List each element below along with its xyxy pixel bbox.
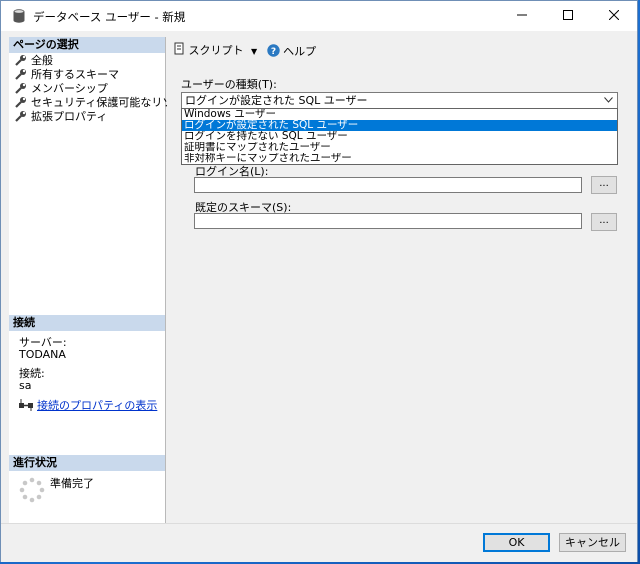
- database-icon: [13, 9, 25, 23]
- page-item-label: 全般: [31, 54, 53, 67]
- close-icon: [608, 9, 620, 21]
- page-item-label: 拡張プロパティ: [31, 110, 108, 123]
- wrench-icon: [15, 83, 26, 94]
- cancel-button[interactable]: キャンセル: [559, 533, 626, 552]
- wrench-icon: [15, 55, 26, 66]
- server-value: TODANA: [19, 348, 66, 361]
- toolbar: スクリプト ▼ ? ヘルプ: [173, 41, 322, 61]
- option-sql-user-without-login[interactable]: ログインを持たない SQL ユーザー: [182, 131, 617, 142]
- user-type-value: ログインが設定された SQL ユーザー: [185, 94, 368, 107]
- wrench-icon: [15, 97, 26, 108]
- wrench-icon: [15, 111, 26, 122]
- maximize-icon: [563, 10, 573, 20]
- user-type-label: ユーザーの種類(T):: [181, 78, 277, 91]
- page-item-membership[interactable]: メンバーシップ: [15, 82, 108, 96]
- wrench-icon: [15, 69, 26, 80]
- left-pane: ページの選択 全般 所有するスキーマ メンバーシップ セキュリティ保護可能なリソ…: [9, 37, 195, 523]
- title-bar: データベース ユーザー - 新規: [1, 1, 637, 31]
- right-pane: スクリプト ▼ ? ヘルプ ユーザーの種類(T): ログインが設定された SQL…: [167, 37, 635, 523]
- dropdown-arrow-icon[interactable]: ▼: [251, 47, 257, 56]
- ok-button[interactable]: OK: [483, 533, 550, 552]
- chevron-down-icon: [604, 97, 613, 103]
- window-title: データベース ユーザー - 新規: [33, 10, 186, 24]
- default-schema-input[interactable]: [194, 213, 582, 229]
- view-connection-properties-link[interactable]: 接続のプロパティの表示: [37, 397, 157, 413]
- page-item-general[interactable]: 全般: [15, 54, 53, 68]
- help-label: ヘルプ: [283, 44, 317, 58]
- page-item-owned-schemas[interactable]: 所有するスキーマ: [15, 68, 119, 82]
- svg-text:?: ?: [271, 47, 276, 57]
- default-schema-browse-button[interactable]: ...: [591, 213, 617, 231]
- select-page-header: ページの選択: [9, 37, 165, 53]
- login-name-input[interactable]: [194, 177, 582, 193]
- progress-spinner-icon: [19, 477, 45, 503]
- connection-properties-icon: [19, 399, 33, 411]
- page-item-label: メンバーシップ: [31, 82, 108, 95]
- script-button[interactable]: スクリプト ▼: [173, 41, 257, 62]
- page-item-extended-properties[interactable]: 拡張プロパティ: [15, 110, 107, 124]
- option-user-mapped-to-certificate[interactable]: 証明書にマップされたユーザー: [182, 142, 617, 153]
- user-type-dropdown-list: Windows ユーザー ログインが設定された SQL ユーザー ログインを持た…: [181, 108, 618, 165]
- page-item-label: 所有するスキーマ: [31, 68, 119, 81]
- progress-status: 準備完了: [50, 477, 94, 490]
- option-sql-user-with-login[interactable]: ログインが設定された SQL ユーザー: [182, 120, 617, 131]
- help-button[interactable]: ? ヘルプ: [266, 42, 317, 62]
- progress-header: 進行状況: [9, 455, 165, 471]
- button-bar: OK キャンセル: [1, 523, 637, 562]
- login-name-browse-button[interactable]: ...: [591, 176, 617, 194]
- user-type-combobox[interactable]: ログインが設定された SQL ユーザー: [181, 92, 618, 109]
- new-database-user-dialog: データベース ユーザー - 新規 ページの選択 全般 所有するスキーマ メンバー…: [0, 0, 638, 562]
- help-icon: ?: [266, 43, 280, 57]
- option-windows-user[interactable]: Windows ユーザー: [182, 109, 617, 120]
- minimize-icon: [517, 14, 527, 16]
- script-label: スクリプト: [188, 44, 244, 57]
- connection-header: 接続: [9, 315, 165, 331]
- connection-value: sa: [19, 379, 32, 392]
- maximize-button[interactable]: [545, 1, 591, 31]
- minimize-button[interactable]: [499, 1, 545, 31]
- script-icon: [174, 42, 184, 55]
- close-button[interactable]: [591, 1, 637, 31]
